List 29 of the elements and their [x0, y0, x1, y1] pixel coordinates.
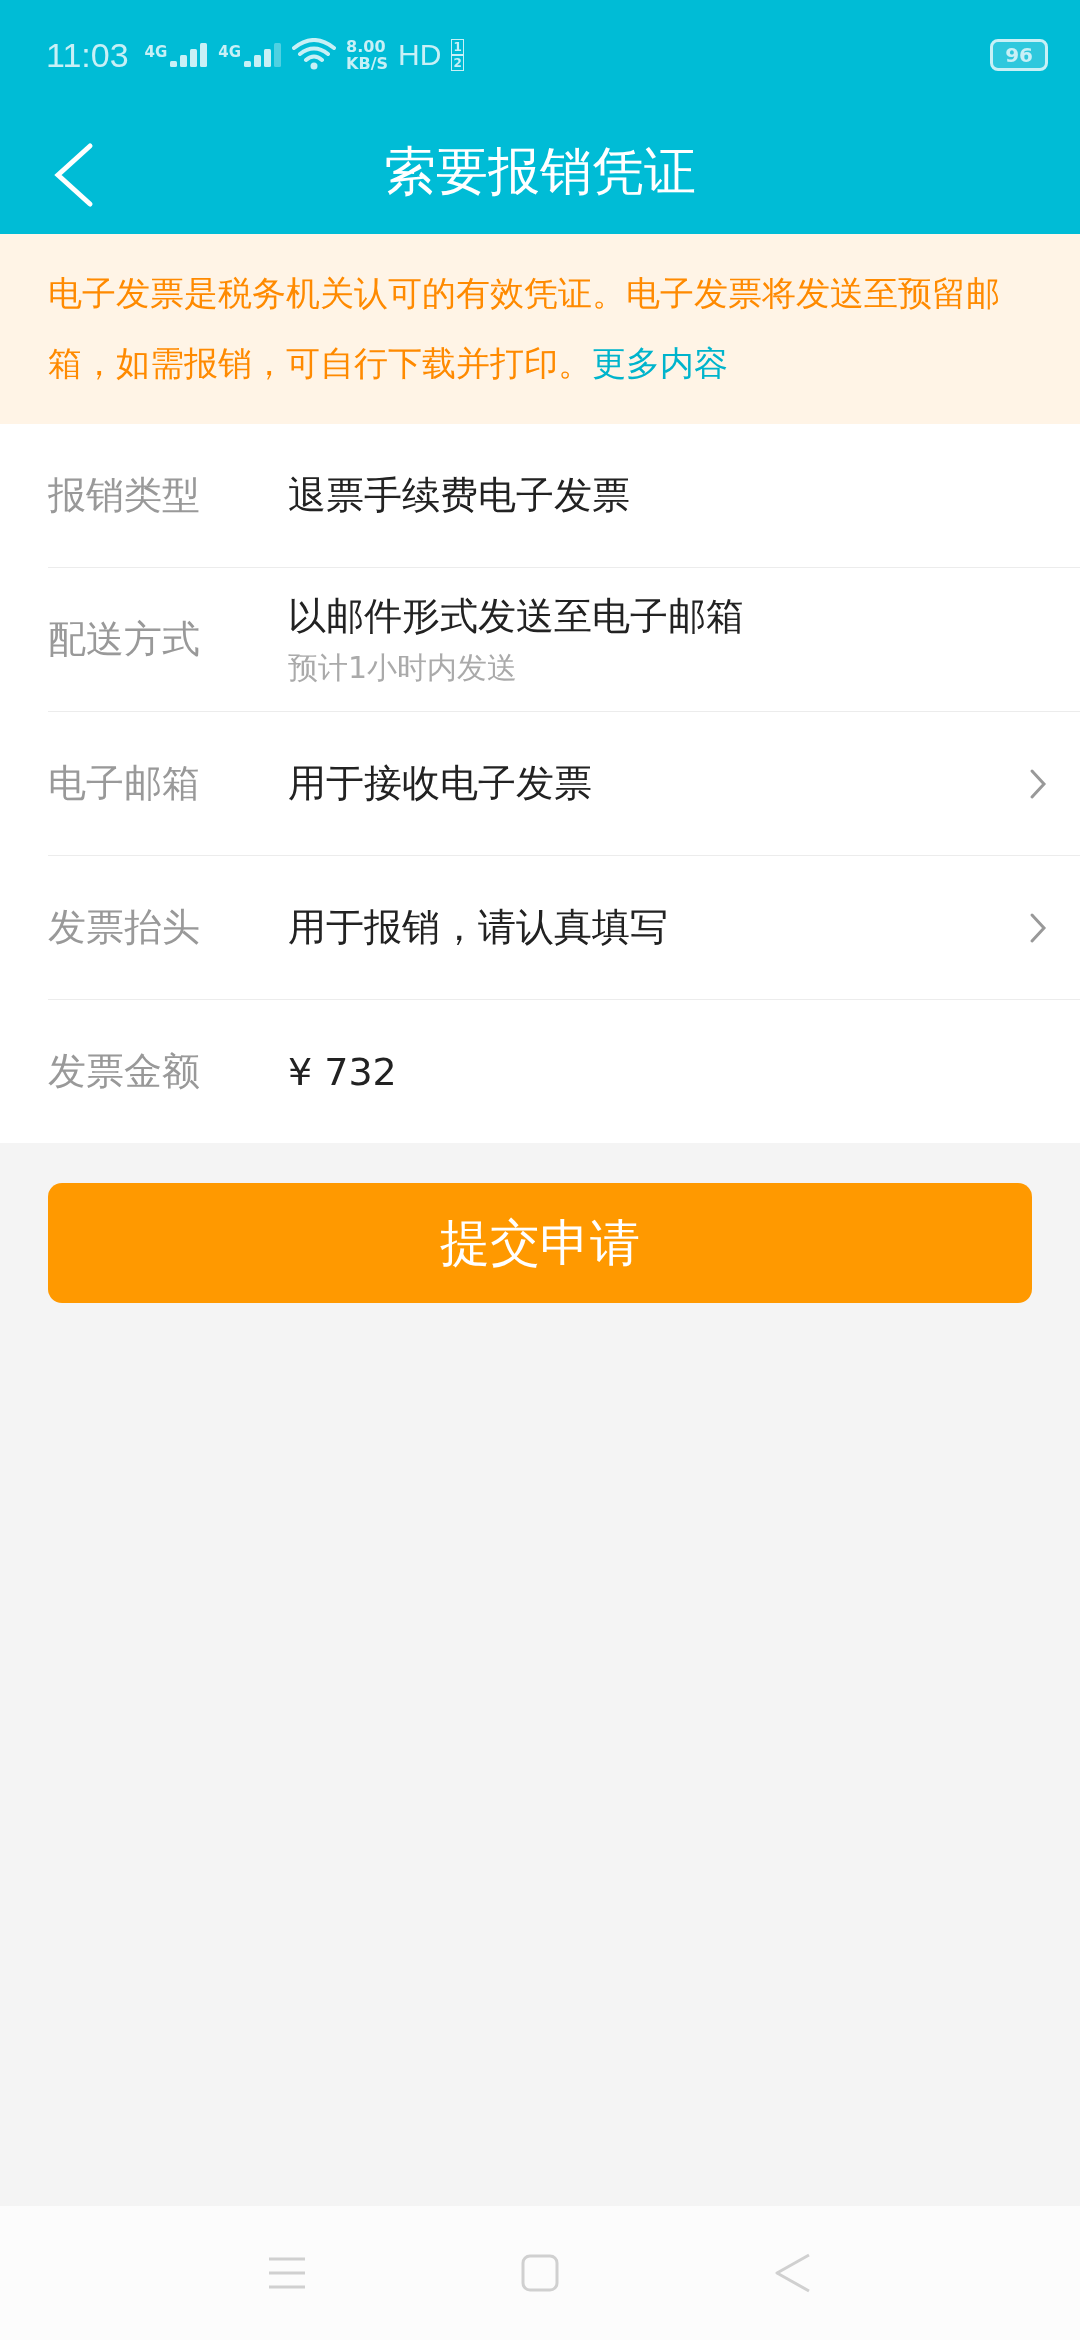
page-title: 索要报销凭证	[384, 140, 696, 203]
field-value[interactable]: 用于报销，请认真填写	[288, 902, 1028, 953]
sim-indicator: 1	[451, 39, 464, 55]
field-label: 电子邮箱	[48, 760, 201, 807]
field-label: 发票抬头	[48, 904, 201, 951]
field-value[interactable]: 用于接收电子发票	[288, 758, 1028, 809]
status-time: 11:03	[46, 35, 129, 75]
field-label: 配送方式	[48, 616, 201, 663]
hd-indicator: HD	[398, 38, 442, 72]
network-type: 4G	[218, 43, 242, 61]
field-label: 发票金额	[48, 1048, 201, 1095]
menu-icon[interactable]	[267, 2255, 307, 2291]
chevron-icon[interactable]	[1028, 911, 1048, 944]
home-icon[interactable]	[521, 2254, 559, 2292]
sim-indicator: 2	[451, 55, 464, 71]
network-type: 4G	[144, 43, 168, 61]
field-label: 报销类型	[48, 472, 201, 519]
speed-unit: KB/S	[346, 55, 389, 72]
field-hint: 预计1小时内发送	[288, 648, 519, 687]
field-value: 以邮件形式发送至电子邮箱	[288, 592, 745, 640]
battery-indicator: 96	[990, 39, 1048, 71]
chevron-icon[interactable]	[1028, 767, 1048, 800]
notice-text: 电子发票是税务机关认可的有效凭证。电子发票将发送至预留邮箱，如需报销，可自行下载并打印。更多内容	[48, 272, 1001, 385]
signal-icon	[244, 43, 283, 67]
field-value: ¥ 732	[288, 1049, 398, 1094]
field-value: 退票手续费电子发票	[288, 472, 631, 519]
network-speed: 8.00	[346, 38, 387, 55]
signal-icon	[170, 43, 209, 67]
wifi-icon	[292, 38, 337, 72]
